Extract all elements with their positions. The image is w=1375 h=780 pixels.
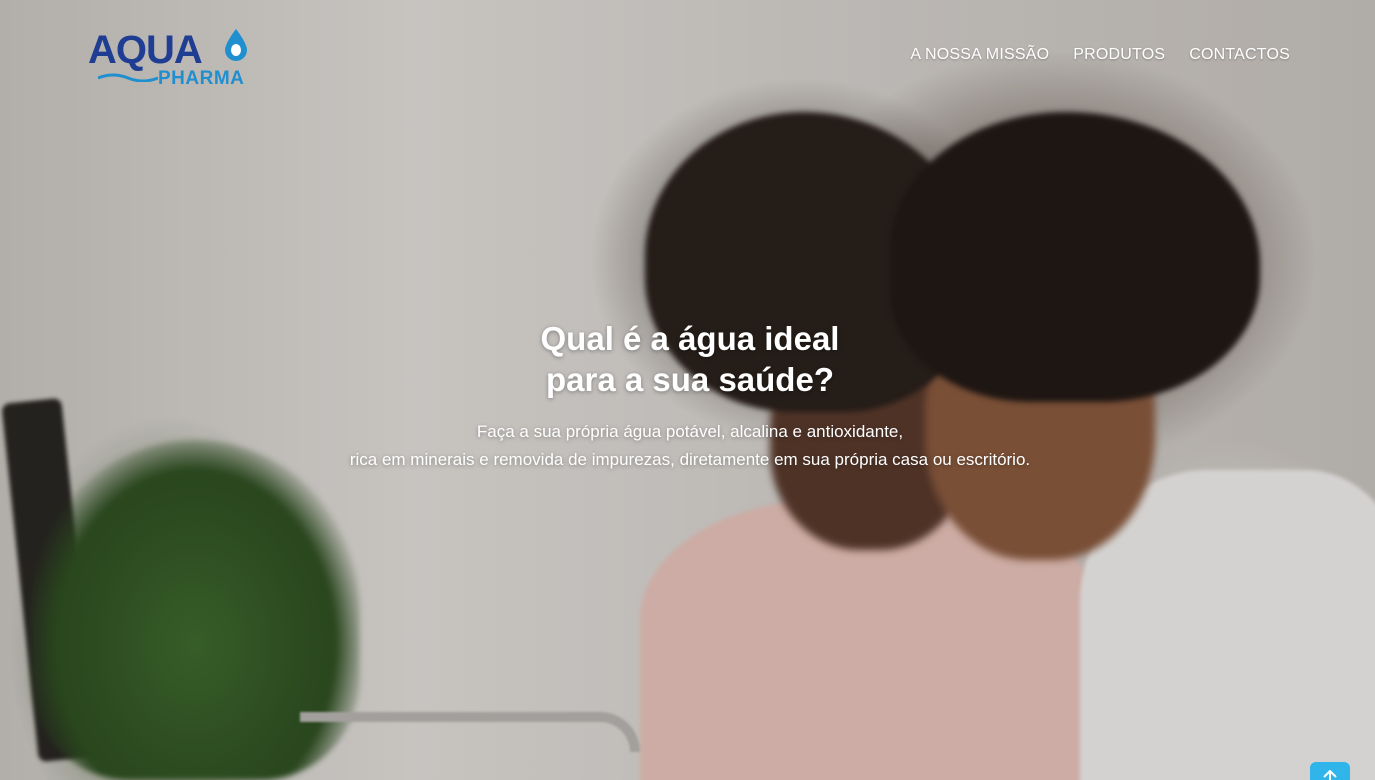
nav-item-produtos[interactable]: PRODUTOS	[1073, 46, 1165, 64]
hero-subtitle: Faça a sua própria água potável, alcalin…	[0, 418, 1375, 474]
hero-text-block: Qual é a água ideal para a sua saúde? Fa…	[0, 318, 1375, 474]
scroll-to-top-button[interactable]	[1310, 762, 1350, 780]
nav-item-missao[interactable]: A NOSSA MISSÃO	[910, 46, 1049, 64]
hero-subtitle-line1: Faça a sua própria água potável, alcalin…	[476, 422, 904, 441]
hero-headline: Qual é a água ideal para a sua saúde?	[0, 318, 1375, 400]
brand-logo[interactable]: AQUA PHARMA	[88, 28, 258, 90]
site-header: AQUA PHARMA A NOSSA MISSÃO PRODUTOS CONT…	[0, 0, 1375, 110]
logo-pharma-text: PHARMA	[158, 68, 245, 89]
hero-headline-line1: Qual é a água ideal	[540, 320, 840, 357]
hero-headline-line2: para a sua saúde?	[546, 361, 834, 398]
hero-section: AQUA PHARMA A NOSSA MISSÃO PRODUTOS CONT…	[0, 0, 1375, 780]
hero-subtitle-line2: rica em minerais e removida de impurezas…	[349, 450, 1031, 469]
logo-aqua-text: AQUA	[88, 28, 203, 72]
water-drop-icon	[225, 29, 247, 61]
logo-wave-icon	[98, 73, 158, 82]
arrow-up-icon	[1323, 770, 1337, 780]
nav-item-contactos[interactable]: CONTACTOS	[1189, 46, 1290, 64]
main-nav: A NOSSA MISSÃO PRODUTOS CONTACTOS	[910, 46, 1290, 64]
